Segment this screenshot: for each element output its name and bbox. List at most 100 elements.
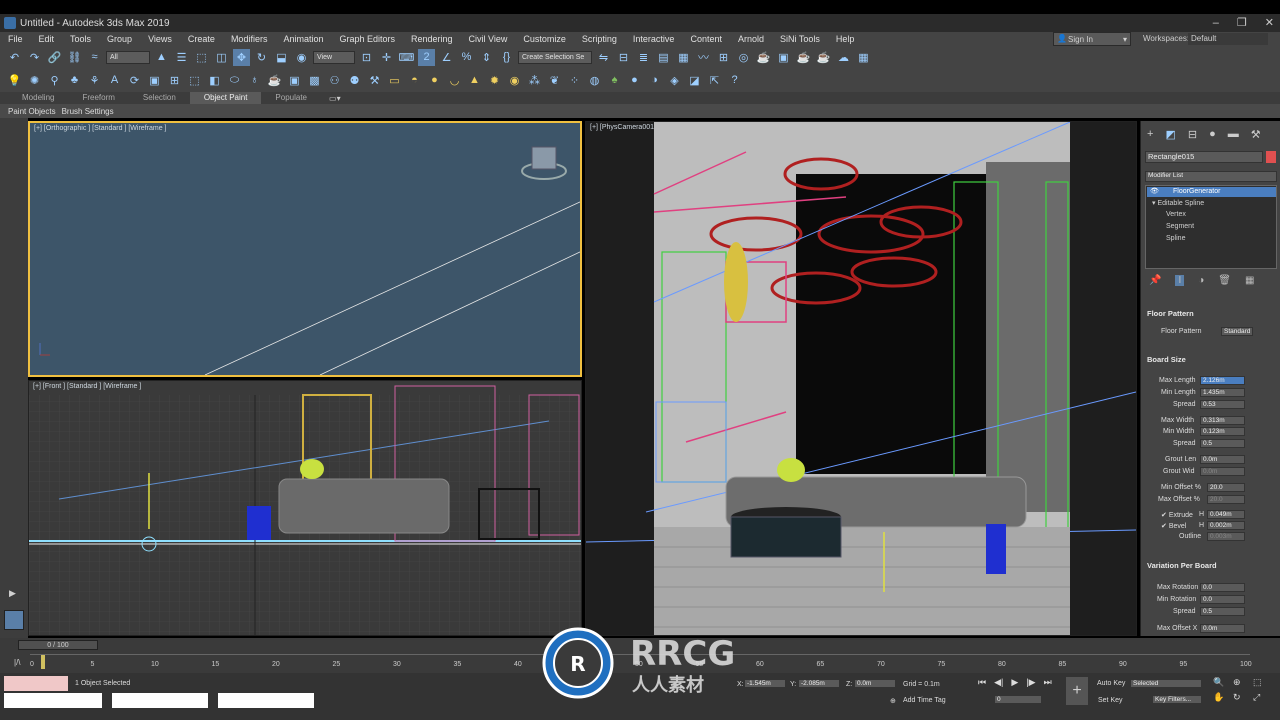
go-to-start-icon[interactable]: ⏮ [978, 677, 986, 688]
taskbar-thumb-1[interactable] [4, 693, 102, 708]
render-cloud-icon[interactable]: ☁ [835, 49, 852, 66]
bowl-icon[interactable]: ◡ [446, 72, 463, 89]
cycle-icon[interactable]: ⟳ [126, 72, 143, 89]
expand-arrow-icon[interactable]: ▶ [9, 588, 16, 599]
rect-selection-icon[interactable]: ⬚ [193, 49, 210, 66]
maxscript-listener[interactable] [4, 676, 68, 691]
min-length-field[interactable]: 1.435m [1200, 388, 1245, 397]
menu-sini-tools[interactable]: SiNi Tools [772, 32, 828, 46]
variation-rollout[interactable]: Variation Per Board [1147, 561, 1217, 570]
tab-object-paint[interactable]: Object Paint [189, 92, 262, 104]
y-coord-field[interactable]: -2.085m [798, 679, 840, 688]
people-icon[interactable]: ⚇ [326, 72, 343, 89]
viewport-layout-icon[interactable] [4, 610, 24, 630]
material-ball-icon[interactable]: ● [626, 72, 643, 89]
ribbon-options-icon[interactable]: ▭▾ [329, 94, 341, 103]
z-coord-field[interactable]: 0.0m [854, 679, 896, 688]
spot-icon[interactable]: ⚲ [46, 72, 63, 89]
bind-spacewarp-icon[interactable]: ≈ [86, 49, 103, 66]
next-frame-icon[interactable]: |▶ [1026, 677, 1035, 688]
pin-stack-icon[interactable]: 📌 [1149, 275, 1161, 286]
configure-sets-icon[interactable]: ▦ [1245, 275, 1254, 286]
cube-icon[interactable]: ◧ [206, 72, 223, 89]
rotate-icon[interactable]: ↻ [253, 49, 270, 66]
spread-length-field[interactable]: 0.53 [1200, 400, 1245, 409]
tab-freeform[interactable]: Freeform [68, 92, 128, 104]
fov-icon[interactable]: ✋ [1213, 692, 1231, 703]
render-window-icon[interactable]: ▣ [286, 72, 303, 89]
display-tab-icon[interactable]: ▬ [1228, 128, 1239, 140]
set-key-button[interactable]: Set Key [1098, 697, 1123, 704]
render-setup-icon[interactable]: ☕ [755, 49, 772, 66]
stack-item-vertex[interactable]: Vertex [1166, 211, 1186, 218]
workspaces-dropdown[interactable]: Default [1188, 33, 1268, 45]
auto-key-button[interactable]: Auto Key [1097, 680, 1125, 687]
viewcube-icon[interactable] [521, 146, 567, 180]
floor-pattern-dropdown[interactable]: Standard [1221, 327, 1253, 336]
bevel-h-field[interactable]: 0.002m [1207, 521, 1245, 530]
object-name-field[interactable]: Rectangle015 [1145, 151, 1263, 163]
grid-icon[interactable]: ⊞ [166, 72, 183, 89]
schematic-view-icon[interactable]: ⊞ [715, 49, 732, 66]
hierarchy-tab-icon[interactable]: ⊟ [1188, 128, 1197, 141]
globe-icon[interactable]: ◍ [586, 72, 603, 89]
plant-icon[interactable]: ♠ [606, 72, 623, 89]
go-to-end-icon[interactable]: ⏭ [1044, 677, 1052, 688]
export-icon[interactable]: ⇱ [706, 72, 723, 89]
light-icon[interactable]: 💡 [6, 72, 23, 89]
subtab-paint-objects[interactable]: Paint Objects [8, 107, 56, 116]
image-icon[interactable]: ▩ [306, 72, 323, 89]
menu-interactive[interactable]: Interactive [625, 32, 683, 46]
minimize-icon[interactable]: – [1213, 14, 1219, 32]
outline-field[interactable]: 0.003m [1207, 532, 1245, 541]
grout-len-field[interactable]: 0.0m [1200, 455, 1245, 464]
menu-animation[interactable]: Animation [275, 32, 331, 46]
taskbar-thumb-2[interactable] [112, 693, 208, 708]
cone-icon[interactable]: ▲ [466, 72, 483, 89]
move-icon[interactable]: ✥ [233, 48, 250, 66]
proxy-icon[interactable]: ◈ [666, 72, 683, 89]
material-editor-icon[interactable]: ◎ [735, 49, 752, 66]
menu-edit[interactable]: Edit [31, 32, 63, 46]
track-bar[interactable]: 0 5 10 15 20 25 30 35 40 45 50 55 60 65 70 75 80 85 90 95 10… [30, 654, 1252, 672]
render-production-icon[interactable]: ☕ [795, 49, 812, 66]
curve-editor-icon[interactable]: 〰 [695, 49, 712, 66]
scatter-icon[interactable]: ⁘ [566, 72, 583, 89]
create-tab-icon[interactable]: + [1147, 128, 1153, 140]
menu-scripting[interactable]: Scripting [574, 32, 625, 46]
bulb-icon[interactable]: ♁ [246, 72, 263, 89]
text-icon[interactable]: A [106, 72, 123, 89]
x-coord-field[interactable]: -1.545m [744, 679, 786, 688]
max-offset-field[interactable]: 20.0 [1207, 495, 1245, 504]
zoom-extents-icon[interactable]: ⬚ [1253, 677, 1271, 688]
tool-icon[interactable]: ⚒ [366, 72, 383, 89]
select-manipulate-icon[interactable]: ✛ [378, 49, 395, 66]
key-mode-icon[interactable]: |/\ [14, 658, 21, 667]
max-length-field[interactable]: 2.126m [1200, 376, 1245, 385]
box-icon[interactable]: ▣ [146, 72, 163, 89]
min-rotation-field[interactable]: 0.0 [1200, 595, 1245, 604]
current-frame-field[interactable]: 0 [994, 695, 1042, 704]
stack-item-editable-spline[interactable]: ▾ Editable Spline [1152, 199, 1204, 207]
time-slider[interactable]: 0 / 100 [18, 640, 98, 650]
viewport-perspective[interactable]: [+] [PhysCamera001 ] [Performance ] [Edg… [585, 121, 1137, 636]
snap-toggle-icon[interactable]: 2 [418, 48, 435, 66]
spinner-snap-icon[interactable]: ⇕ [478, 49, 495, 66]
sphere-icon[interactable]: ● [426, 72, 443, 89]
disk-icon[interactable]: ◉ [506, 72, 523, 89]
menu-arnold[interactable]: Arnold [730, 32, 772, 46]
stack-item-segment[interactable]: Segment [1166, 223, 1194, 230]
undo-icon[interactable]: ↶ [6, 49, 23, 66]
menu-modifiers[interactable]: Modifiers [223, 32, 276, 46]
stack-item-floorgenerator[interactable]: 👁 FloorGenerator [1147, 187, 1276, 197]
key-selection-dropdown[interactable]: Selected [1130, 679, 1202, 688]
tab-modeling[interactable]: Modeling [8, 92, 68, 104]
window-crossing-icon[interactable]: ◫ [213, 49, 230, 66]
maximize-viewport-icon[interactable]: ⤢ [1253, 692, 1271, 703]
viewport-front[interactable]: [+] [Front ] [Standard ] [Wireframe ] [28, 380, 582, 636]
grout-wid-field[interactable]: 0.0m [1200, 467, 1245, 476]
floor-pattern-rollout[interactable]: Floor Pattern [1147, 309, 1194, 318]
stack-item-spline[interactable]: Spline [1166, 235, 1185, 242]
rect-icon[interactable]: ▭ [386, 72, 403, 89]
spread-width-field[interactable]: 0.5 [1200, 439, 1245, 448]
